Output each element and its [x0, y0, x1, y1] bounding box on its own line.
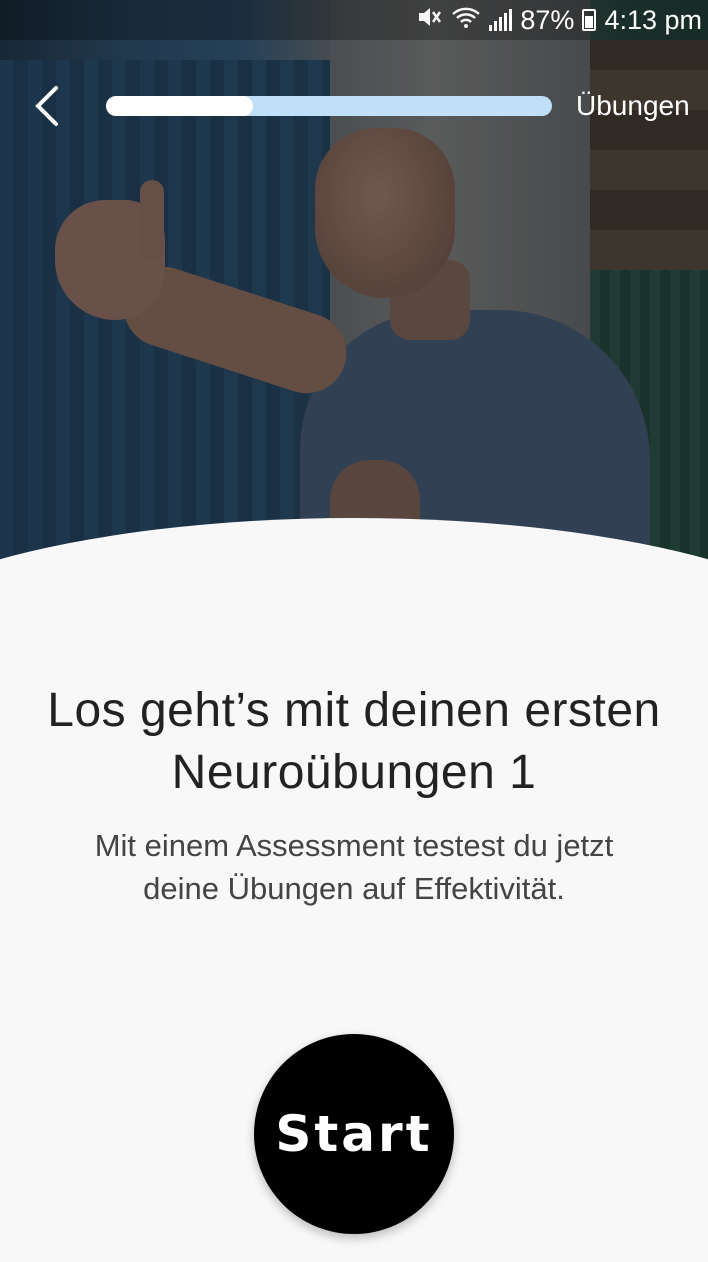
page-subtitle: Mit einem Assessment testest du jetzt de…	[20, 824, 688, 910]
wifi-icon	[451, 5, 481, 35]
page-subtitle-line-1: Mit einem Assessment testest du jetzt	[94, 828, 614, 863]
page-title-line-1: Los geht’s mit deinen ersten	[47, 684, 661, 737]
section-label: Übungen	[576, 90, 690, 121]
battery-percent: 87%	[520, 4, 575, 35]
mute-icon	[417, 5, 443, 35]
assessment-intro-screen: 87% 4:13 pm Übungen Los geht’s mit deine…	[0, 0, 708, 1262]
battery-charging-icon	[582, 9, 597, 31]
progress-bar-fill	[106, 96, 254, 116]
back-button[interactable]	[24, 80, 68, 132]
start-button[interactable]: Start	[254, 1034, 454, 1234]
page-subtitle-line-2: deine Übungen auf Effektivität.	[143, 871, 565, 906]
page-title-line-2: Neuroübungen 1	[171, 746, 537, 799]
progress-bar	[106, 96, 552, 116]
page-title: Los geht’s mit deinen ersten Neuroübunge…	[0, 680, 708, 804]
clock: 4:13 pm	[604, 4, 702, 35]
status-bar: 87% 4:13 pm	[0, 0, 708, 40]
signal-icon	[489, 9, 513, 31]
chevron-left-icon	[35, 86, 58, 126]
